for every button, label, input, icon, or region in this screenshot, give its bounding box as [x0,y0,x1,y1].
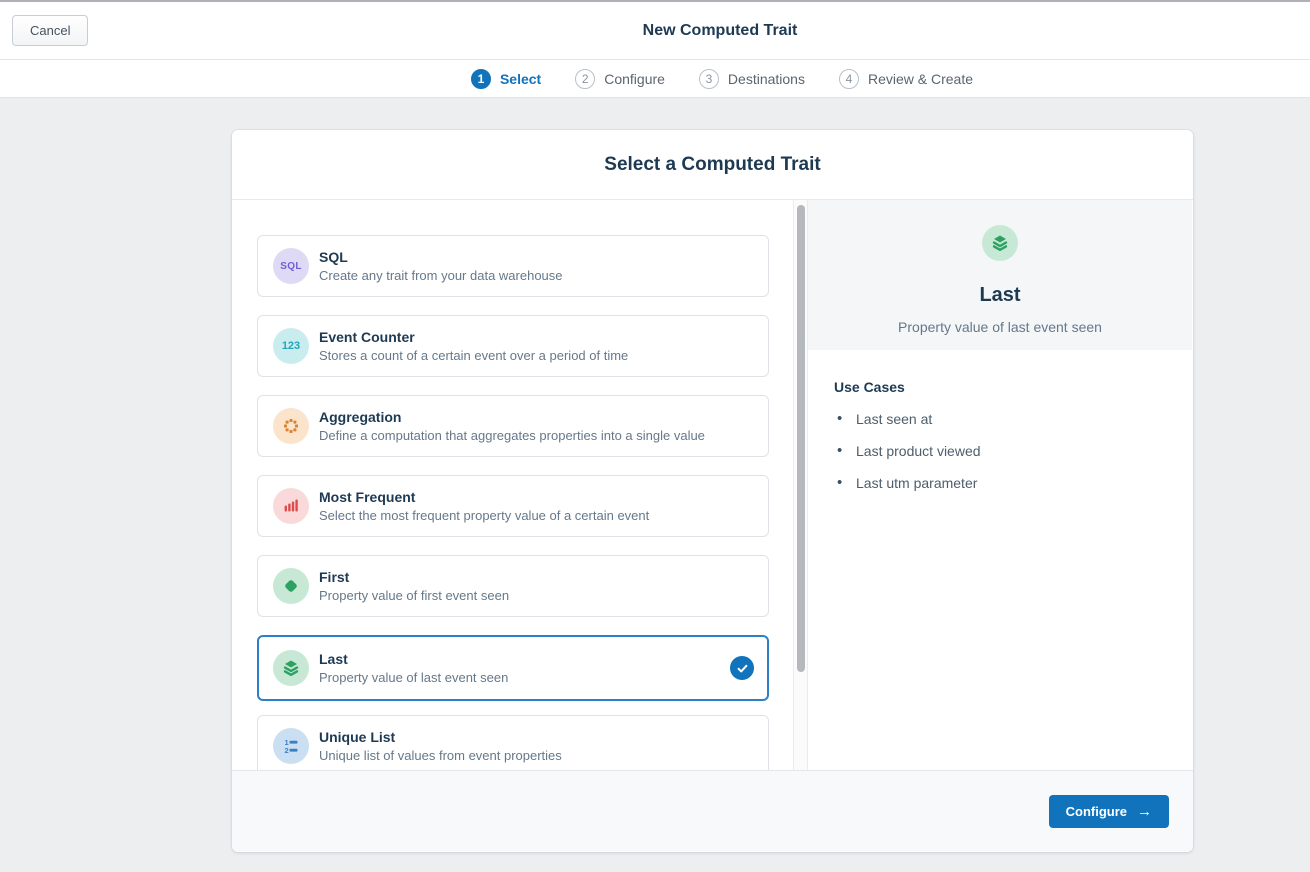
aggregation-icon [273,408,309,444]
top-bar: Cancel New Computed Trait [0,2,1310,60]
trait-description: Unique list of values from event propert… [319,748,754,763]
step-number-badge: 2 [575,69,595,89]
step-label: Configure [604,71,665,87]
trait-list-scrollbar[interactable] [793,200,808,770]
trait-text: First Property value of first event seen [319,569,754,603]
trait-title: SQL [319,249,754,265]
card-body: SQL SQL Create any trait from your data … [232,200,1193,770]
trait-description: Select the most frequent property value … [319,508,754,523]
layers-icon [273,650,309,686]
trait-item-unique-list[interactable]: 1 2 Unique List Unique list of values fr… [257,715,769,770]
use-cases-heading: Use Cases [834,379,1166,395]
trait-title: Aggregation [319,409,754,425]
event-counter-icon: 123 [273,328,309,364]
diamond-icon [273,568,309,604]
sql-icon: SQL [273,248,309,284]
step-number-badge: 4 [839,69,859,89]
step-number-badge: 3 [699,69,719,89]
stepper-step-configure[interactable]: 2 Configure [575,69,665,89]
trait-title: First [319,569,754,585]
trait-description: Property value of first event seen [319,588,754,603]
detail-title: Last [808,284,1192,307]
cancel-button[interactable]: Cancel [12,15,88,46]
configure-button-label: Configure [1066,804,1127,819]
trait-title: Event Counter [319,329,754,345]
step-label: Review & Create [868,71,973,87]
arrow-right-icon: → [1137,804,1152,819]
use-case-item: Last product viewed [834,443,1166,459]
use-case-item: Last seen at [834,411,1166,427]
trait-detail-panel: Last Property value of last event seen U… [808,200,1192,770]
trait-description: Property value of last event seen [319,670,720,685]
trait-text: Last Property value of last event seen [319,651,720,685]
stepper-step-destinations[interactable]: 3 Destinations [699,69,805,89]
stepper: 1 Select 2 Configure 3 Destinations 4 Re… [0,60,1310,98]
trait-text: SQL Create any trait from your data ware… [319,249,754,283]
detail-subtitle: Property value of last event seen [808,319,1192,335]
layers-icon [982,225,1018,261]
numbered-list-icon: 1 2 [273,728,309,764]
trait-text: Most Frequent Select the most frequent p… [319,489,754,523]
use-cases-list: Last seen at Last product viewed Last ut… [834,411,1166,491]
card-title: Select a Computed Trait [232,130,1193,200]
stepper-step-select[interactable]: 1 Select [471,69,541,89]
trait-item-first[interactable]: First Property value of first event seen [257,555,769,617]
trait-item-event-counter[interactable]: 123 Event Counter Stores a count of a ce… [257,315,769,377]
svg-text:2: 2 [285,746,289,755]
trait-description: Define a computation that aggregates pro… [319,428,754,443]
trait-text: Event Counter Stores a count of a certai… [319,329,754,363]
use-cases-section: Use Cases Last seen at Last product view… [808,350,1192,491]
trait-text: Unique List Unique list of values from e… [319,729,754,763]
selected-check-icon [730,656,754,680]
card-footer: Configure → [232,770,1193,851]
trait-title: Unique List [319,729,754,745]
configure-button[interactable]: Configure → [1049,795,1169,828]
trait-item-last[interactable]: Last Property value of last event seen [257,635,769,701]
trait-detail-header: Last Property value of last event seen [808,200,1192,350]
trait-description: Create any trait from your data warehous… [319,268,754,283]
step-label: Destinations [728,71,805,87]
trait-list: SQL SQL Create any trait from your data … [232,200,793,770]
trait-item-sql[interactable]: SQL SQL Create any trait from your data … [257,235,769,297]
trait-description: Stores a count of a certain event over a… [319,348,754,363]
bar-chart-icon [273,488,309,524]
trait-text: Aggregation Define a computation that ag… [319,409,754,443]
step-label: Select [500,71,541,87]
stepper-step-review-create[interactable]: 4 Review & Create [839,69,973,89]
scrollbar-thumb[interactable] [797,205,805,672]
trait-item-most-frequent[interactable]: Most Frequent Select the most frequent p… [257,475,769,537]
trait-title: Most Frequent [319,489,754,505]
step-number-badge: 1 [471,69,491,89]
select-computed-trait-card: Select a Computed Trait SQL SQL Create a… [232,130,1193,852]
use-case-item: Last utm parameter [834,475,1166,491]
page-title: New Computed Trait [643,22,798,40]
trait-title: Last [319,651,720,667]
trait-item-aggregation[interactable]: Aggregation Define a computation that ag… [257,395,769,457]
